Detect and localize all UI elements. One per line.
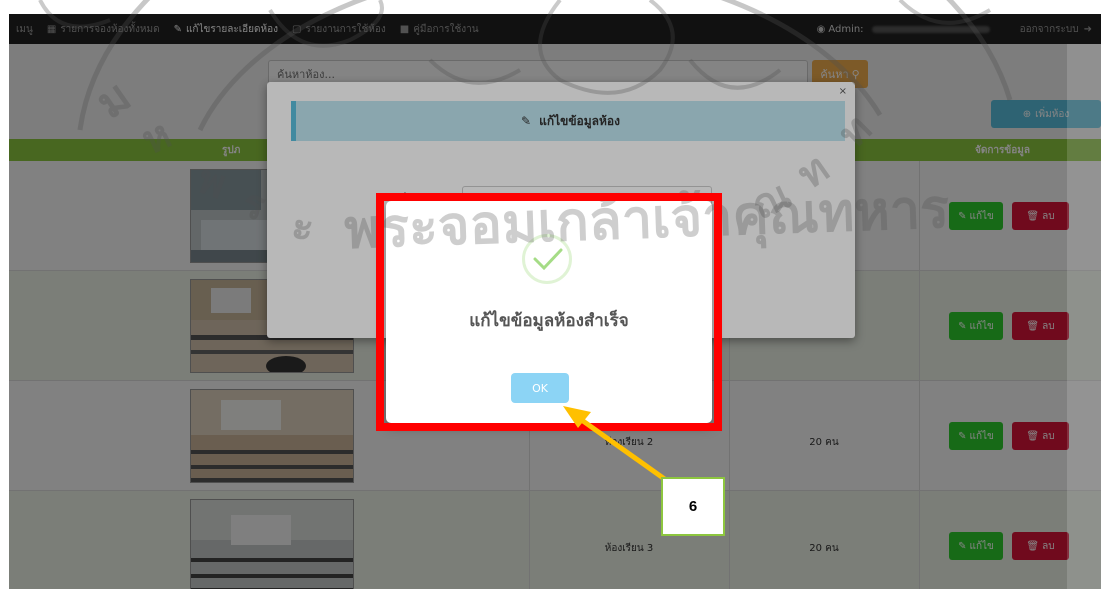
step-number-label: 6 — [661, 477, 725, 536]
highlight-frame — [376, 193, 722, 431]
vertical-scrollbar[interactable] — [1067, 44, 1101, 589]
